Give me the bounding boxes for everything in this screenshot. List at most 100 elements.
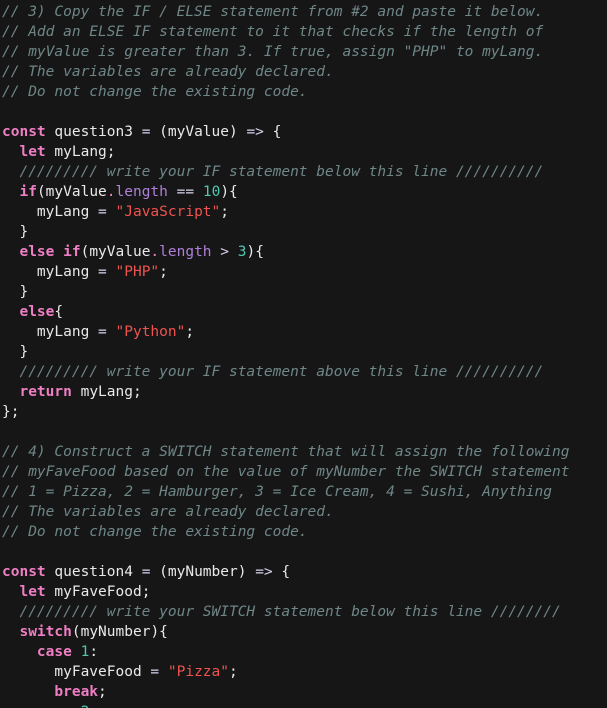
comment-q3-line-2[interactable]: // Add an ELSE IF statement to it that c…: [0, 22, 607, 42]
token-blank: [2, 104, 11, 120]
token-keyword: case: [37, 704, 72, 708]
comment-q4-line-1[interactable]: // 4) Construct a SWITCH statement that …: [0, 442, 607, 462]
blank-line[interactable]: [0, 102, 607, 122]
comment-write-if-above[interactable]: ///////// write your IF statement above …: [0, 362, 607, 382]
code-close-brace-elseif[interactable]: }: [0, 282, 607, 302]
token-comment: // myFaveFood based on the value of myNu…: [2, 464, 570, 480]
code-case-2-partial[interactable]: case 2:: [0, 702, 607, 708]
code-return-mylang[interactable]: return myLang;: [0, 382, 607, 402]
code-const-question4[interactable]: const question4 = (myNumber) => {: [0, 562, 607, 582]
token-punct: {: [272, 564, 291, 580]
token-punct: }: [2, 284, 29, 300]
token-op: ==: [176, 184, 195, 200]
comment-q4-line-3[interactable]: // 1 = Pizza, 2 = Hamburger, 3 = Ice Cre…: [0, 482, 607, 502]
comment-q3-line-1[interactable]: // 3) Copy the IF / ELSE statement from …: [0, 2, 607, 22]
token-dot: .: [150, 244, 160, 260]
token-number: 2: [81, 704, 90, 708]
token-punct: :: [89, 644, 99, 660]
token-plain: myNumber: [80, 624, 151, 640]
code-assign-python[interactable]: myLang = "Python";: [0, 322, 607, 342]
token-number: 10: [202, 184, 221, 200]
token-plain: myValue: [45, 184, 107, 200]
comment-q4-line-4[interactable]: // The variables are already declared.: [0, 502, 607, 522]
token-plain: (myValue): [150, 124, 247, 140]
token-punct: ;: [185, 324, 195, 340]
code-let-myfavefood[interactable]: let myFaveFood;: [0, 582, 607, 602]
token-plain: myLang;: [45, 144, 116, 160]
code-editor-pane[interactable]: // 3) Copy the IF / ELSE statement from …: [0, 0, 607, 708]
token-keyword: let: [19, 584, 46, 600]
comment-q4-line-5[interactable]: // Do not change the existing code.: [0, 522, 607, 542]
token-keyword: switch: [19, 624, 72, 640]
code-assign-pizza[interactable]: myFaveFood = "Pizza";: [0, 662, 607, 682]
code-case-1[interactable]: case 1:: [0, 642, 607, 662]
code-assign-javascript[interactable]: myLang = "JavaScript";: [0, 202, 607, 222]
token-comment: // Do not change the existing code.: [2, 84, 308, 100]
token-string: "Python": [115, 324, 186, 340]
token-op: =: [98, 264, 107, 280]
token-keyword: else if: [19, 244, 81, 260]
token-dot: .: [106, 184, 116, 200]
blank-line[interactable]: [0, 542, 607, 562]
token-punct: {: [54, 304, 64, 320]
token-comment: // 1 = Pizza, 2 = Hamburger, 3 = Ice Cre…: [2, 484, 552, 500]
comment-q3-line-3[interactable]: // myValue is greater than 3. If true, a…: [0, 42, 607, 62]
comment-q4-line-2[interactable]: // myFaveFood based on the value of myNu…: [0, 462, 607, 482]
code-else-if-length-3[interactable]: else if(myValue.length > 3){: [0, 242, 607, 262]
token-punct: ;: [98, 684, 107, 700]
code-assign-php[interactable]: myLang = "PHP";: [0, 262, 607, 282]
code-close-brace-else[interactable]: }: [0, 342, 607, 362]
token-punct: ;: [159, 264, 168, 280]
token-plain: myValue: [89, 244, 151, 260]
token-comment: ///////// write your SWITCH statement be…: [2, 604, 561, 620]
token-punct: ){: [150, 624, 168, 640]
token-punct: (: [36, 184, 46, 200]
code-close-brace-if[interactable]: }: [0, 222, 607, 242]
token-plain: myLang;: [71, 384, 142, 400]
code-if-length-10[interactable]: if(myValue.length == 10){: [0, 182, 607, 202]
code-let-mylang[interactable]: let myLang;: [0, 142, 607, 162]
token-string: "PHP": [115, 264, 160, 280]
token-op: >: [220, 244, 230, 260]
token-punct: (: [71, 624, 81, 640]
token-keyword: else: [19, 304, 55, 320]
token-number: 1: [80, 644, 90, 660]
token-plain: myFaveFood;: [45, 584, 151, 600]
token-comment: ///////// write your IF statement below …: [2, 164, 544, 180]
token-comment: // Add an ELSE IF statement to it that c…: [2, 24, 544, 40]
code-const-question3[interactable]: const question3 = (myValue) => {: [0, 122, 607, 142]
token-plain: myFaveFood: [2, 664, 151, 680]
comment-q3-line-5[interactable]: // Do not change the existing code.: [0, 82, 607, 102]
token-op: =: [98, 324, 107, 340]
blank-line[interactable]: [0, 422, 607, 442]
comment-write-switch-below[interactable]: ///////// write your SWITCH statement be…: [0, 602, 607, 622]
comment-write-if-below[interactable]: ///////// write your IF statement below …: [0, 162, 607, 182]
token-comment: // The variables are already declared.: [2, 504, 334, 520]
code-break-1[interactable]: break;: [0, 682, 607, 702]
token-keyword: case: [36, 644, 72, 660]
code-else[interactable]: else{: [0, 302, 607, 322]
token-op: =>: [246, 124, 264, 140]
code-switch-mynumber[interactable]: switch(myNumber){: [0, 622, 607, 642]
token-comment: // Do not change the existing code.: [2, 524, 308, 540]
token-comment: // 3) Copy the IF / ELSE statement from …: [2, 4, 544, 20]
token-punct: };: [2, 404, 20, 420]
comment-q3-line-4[interactable]: // The variables are already declared.: [0, 62, 607, 82]
token-string: "JavaScript": [115, 204, 221, 220]
token-keyword: let: [19, 144, 46, 160]
code-close-question3[interactable]: };: [0, 402, 607, 422]
token-punct: ;: [220, 204, 229, 220]
token-punct: ){: [246, 244, 264, 260]
token-comment: // myValue is greater than 3. If true, a…: [2, 44, 544, 60]
